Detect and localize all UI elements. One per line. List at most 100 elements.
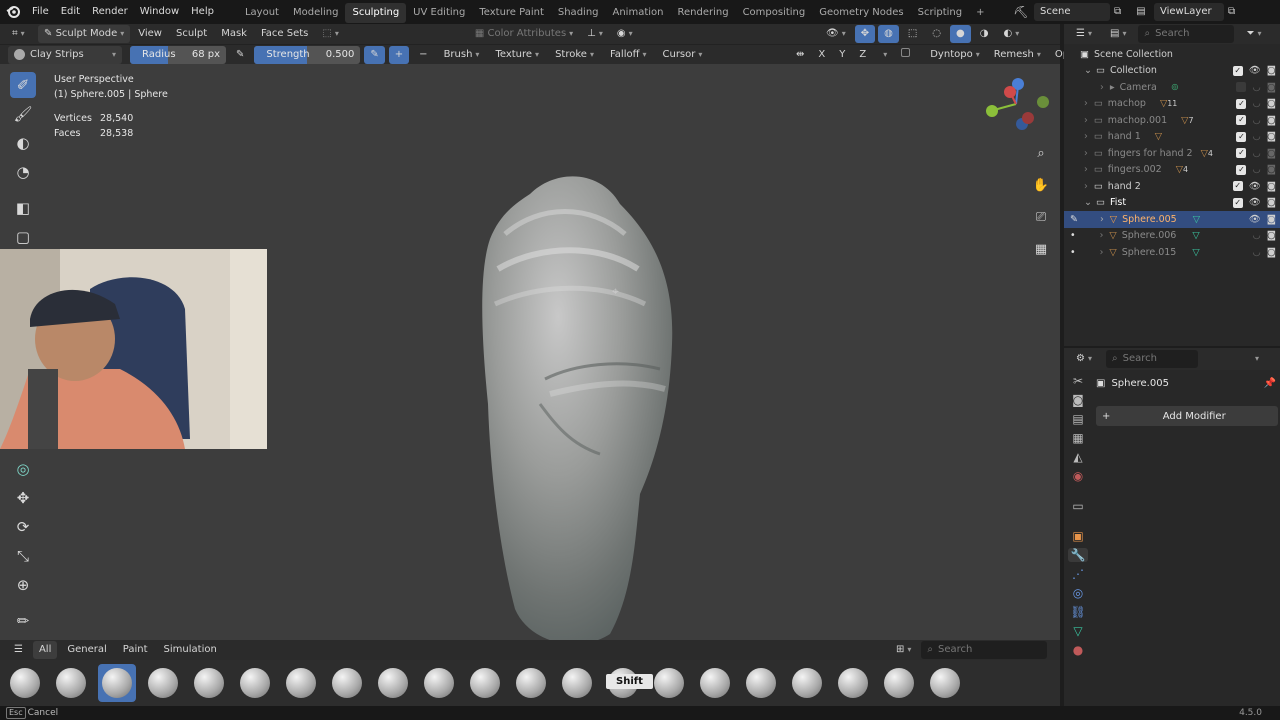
render-camera-icon[interactable]: ◙ xyxy=(1267,181,1276,192)
strength-pressure-icon[interactable]: ✎ xyxy=(364,45,385,64)
tab-sculpting[interactable]: Sculpting xyxy=(345,3,407,23)
xray-icon[interactable]: ⬚ xyxy=(902,25,923,43)
radius-field[interactable]: Radius 68 px xyxy=(130,45,226,64)
exclude-checkbox[interactable]: ✓ xyxy=(1236,98,1247,109)
properties-editor-type-icon[interactable]: ⚙ ▾ xyxy=(1070,350,1098,368)
add-modifier-button[interactable]: + Add Modifier xyxy=(1096,406,1278,426)
render-camera-icon[interactable]: ◙ xyxy=(1267,148,1276,159)
outliner-row-sphere-015[interactable]: • › ▽ Sphere.015 ▽ ◡ ◙ xyxy=(1064,244,1280,261)
add-workspace-button[interactable]: + xyxy=(969,3,991,23)
shading-solid-icon[interactable]: ● xyxy=(950,25,971,43)
tool-face-set-icon[interactable]: ◔ xyxy=(10,159,36,185)
render-camera-icon[interactable]: ◙ xyxy=(1267,65,1276,76)
constraints-properties-icon[interactable]: ⛓ xyxy=(1070,605,1085,619)
menu-view[interactable]: View xyxy=(132,25,168,43)
color-attributes-dropdown[interactable]: ▦ Color Attributes ▾ xyxy=(469,25,579,43)
brush-flatten[interactable] xyxy=(512,664,550,702)
new-scene-icon[interactable]: ⧉ xyxy=(1114,3,1128,21)
zoom-icon[interactable]: ⌕ xyxy=(1028,140,1054,166)
tool-brush-icon[interactable]: ✐ xyxy=(10,72,36,98)
tab-shading[interactable]: Shading xyxy=(551,3,606,23)
menu-file[interactable]: File xyxy=(26,0,55,24)
brush-blob[interactable] xyxy=(6,664,44,702)
render-camera-icon[interactable]: ◙ xyxy=(1267,247,1276,258)
navigation-gizmo[interactable] xyxy=(980,72,1052,136)
brush-clay[interactable] xyxy=(52,664,90,702)
brush-smooth[interactable]: Shift xyxy=(604,664,653,702)
data-properties-icon[interactable]: ▽ xyxy=(1073,624,1082,638)
scene-properties-icon[interactable]: ◭ xyxy=(1073,450,1082,464)
perspective-toggle-icon[interactable]: ▦ xyxy=(1028,236,1054,262)
brush-draw[interactable] xyxy=(236,664,274,702)
shelf-display-icon[interactable]: ⊞ ▾ xyxy=(890,641,917,659)
visibility-eye-icon[interactable]: ◡ xyxy=(1252,82,1260,93)
tool-annotate-icon[interactable]: ✏ xyxy=(10,608,36,634)
render-camera-icon[interactable]: ◙ xyxy=(1267,82,1276,93)
shading-material-icon[interactable]: ◑ xyxy=(974,25,995,43)
brush-fill[interactable] xyxy=(558,664,596,702)
visibility-eye-icon[interactable]: 👁 xyxy=(1249,214,1261,225)
physics-properties-icon[interactable]: ◎ xyxy=(1073,586,1083,600)
visibility-eye-icon[interactable]: ◡ xyxy=(1252,230,1260,241)
scene-icon[interactable]: ⛏ xyxy=(1012,3,1030,21)
symmetry-icon[interactable]: ⇹ xyxy=(790,46,810,64)
tool-scale-icon[interactable]: ⤡ xyxy=(10,543,36,569)
tab-uv-editing[interactable]: UV Editing xyxy=(406,3,472,23)
visibility-eye-icon[interactable]: 👁 xyxy=(1249,65,1261,76)
camera-view-icon[interactable]: ⎚ xyxy=(1028,204,1054,230)
tool-move-icon[interactable]: ✥ xyxy=(10,485,36,511)
texture-menu[interactable]: Texture ▾ xyxy=(489,46,545,64)
tool-properties-icon[interactable]: ✂ xyxy=(1073,374,1083,388)
render-camera-icon[interactable]: ◙ xyxy=(1267,98,1276,109)
direction-add-button[interactable]: + xyxy=(388,45,410,64)
tool-filter-icon[interactable]: ◎ xyxy=(10,456,36,482)
outliner-display-mode-icon[interactable]: ▤ ▾ xyxy=(1104,25,1132,43)
tool-box-mask-icon[interactable]: ◧ xyxy=(10,195,36,221)
outliner-row-hand-1[interactable]: › ▭ hand 1 ▽ ✓ ◡ ◙ xyxy=(1064,129,1280,146)
object-properties-icon[interactable]: ▣ xyxy=(1072,529,1083,543)
properties-options-icon[interactable]: ▾ xyxy=(1246,350,1265,368)
exclude-checkbox[interactable]: ✓ xyxy=(1232,197,1243,208)
new-view-layer-icon[interactable]: ⧉ xyxy=(1228,3,1242,21)
tab-geometry-nodes[interactable]: Geometry Nodes xyxy=(812,3,910,23)
overlays-icon[interactable]: ◍ xyxy=(878,25,899,43)
shading-wireframe-icon[interactable]: ◌ xyxy=(926,25,947,43)
outliner-row-sphere-005[interactable]: ✎ › ▽ Sphere.005 ▽ 👁 ◙ xyxy=(1064,211,1280,228)
output-properties-icon[interactable]: ▤ xyxy=(1072,412,1083,426)
outliner-row-camera[interactable]: › ▸ Camera ⊚ ◡ ◙ xyxy=(1064,79,1280,96)
view-layer-properties-icon[interactable]: ▦ xyxy=(1072,431,1083,445)
modifier-properties-icon[interactable]: 🔧 xyxy=(1068,548,1088,562)
exclude-checkbox[interactable]: ✓ xyxy=(1236,131,1247,142)
brush-scrape[interactable] xyxy=(466,664,504,702)
visibility-eye-icon[interactable]: 👁 xyxy=(1249,197,1261,208)
blender-logo-icon[interactable] xyxy=(0,0,26,24)
view-layer-selector[interactable]: ViewLayer xyxy=(1154,3,1224,21)
visibility-eye-icon[interactable]: ◡ xyxy=(1252,115,1260,126)
brush-pose[interactable] xyxy=(834,664,872,702)
scene-collection-row[interactable]: ▣ Scene Collection xyxy=(1064,46,1280,63)
render-camera-icon[interactable]: ◙ xyxy=(1267,197,1276,208)
outliner-row-fingers-002[interactable]: › ▭ fingers.002 ▽ 4 ✓ ◡ ◙ xyxy=(1064,162,1280,179)
proportional-icon[interactable]: ◉ ▾ xyxy=(611,25,639,43)
menu-face-sets[interactable]: Face Sets xyxy=(255,25,314,43)
3d-viewport[interactable]: ⌖ User Perspective (1) Sphere.005 | Sphe… xyxy=(0,64,1060,706)
tab-layout[interactable]: Layout xyxy=(238,3,286,23)
outliner-row-hand-2[interactable]: › ▭ hand 2 ✓ 👁 ◙ xyxy=(1064,178,1280,195)
outliner-row-machop-001[interactable]: › ▭ machop.001 ▽ 7 ✓ ◡ ◙ xyxy=(1064,112,1280,129)
stroke-menu[interactable]: Stroke ▾ xyxy=(549,46,600,64)
pan-hand-icon[interactable]: ✋ xyxy=(1028,172,1054,198)
view-layer-icon[interactable]: ▤ xyxy=(1132,3,1150,21)
render-camera-icon[interactable]: ◙ xyxy=(1267,164,1276,175)
render-camera-icon[interactable]: ◙ xyxy=(1267,230,1276,241)
visibility-eye-icon[interactable]: ◡ xyxy=(1252,164,1260,175)
render-camera-icon[interactable]: ◙ xyxy=(1267,214,1276,225)
tab-compositing[interactable]: Compositing xyxy=(736,3,813,23)
menu-sculpt[interactable]: Sculpt xyxy=(170,25,213,43)
tab-texture-paint[interactable]: Texture Paint xyxy=(472,3,551,23)
shading-rendered-icon[interactable]: ◐ ▾ xyxy=(998,25,1026,43)
visibility-eye-icon[interactable]: ◡ xyxy=(1252,247,1260,258)
exclude-checkbox[interactable]: ✓ xyxy=(1232,65,1243,76)
dyntopo-menu[interactable]: Dyntopo ▾ xyxy=(924,46,985,64)
tab-modeling[interactable]: Modeling xyxy=(286,3,346,23)
shelf-tab-paint[interactable]: Paint xyxy=(117,641,154,659)
